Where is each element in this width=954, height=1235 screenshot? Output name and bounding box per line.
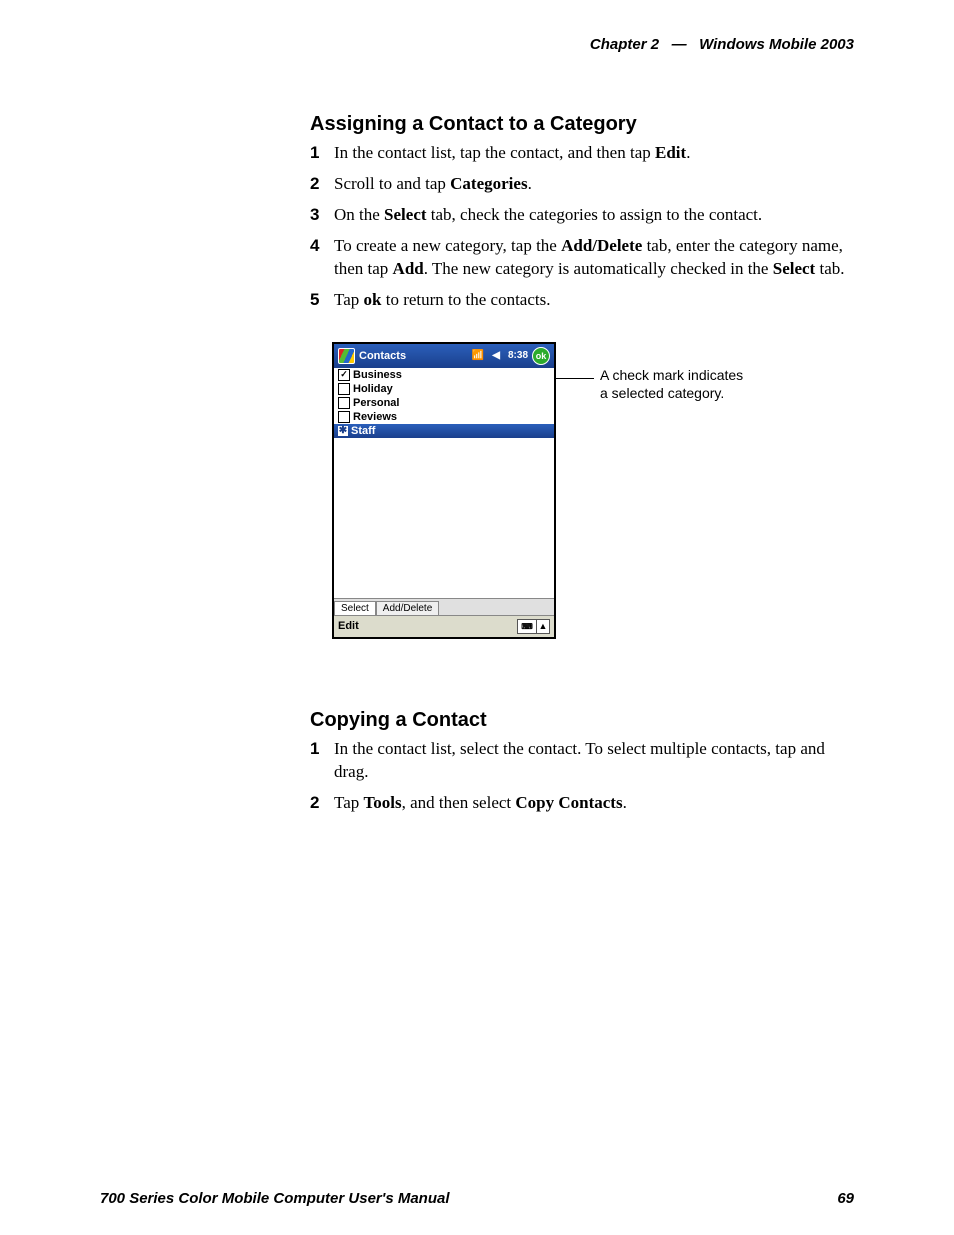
tab-add-delete[interactable]: Add/Delete	[376, 601, 439, 615]
device-titlebar[interactable]: Contacts 📶 ◀ 8:38 ok	[334, 344, 554, 368]
header-sep: —	[672, 36, 687, 53]
step-3: 3 On the Select tab, check the categorie…	[310, 204, 854, 227]
step-1: 1 In the contact list, tap the contact, …	[310, 142, 854, 165]
checkbox-icon[interactable]	[338, 397, 350, 409]
volume-icon: ◀	[492, 350, 500, 361]
windows-flag-icon[interactable]	[338, 348, 355, 364]
signal-icon: 📶	[472, 350, 484, 361]
device-tabs: Select Add/Delete	[334, 598, 554, 615]
device-screenshot: Contacts 📶 ◀ 8:38 ok ✓ Business Holiday	[332, 342, 556, 639]
step-5: 5 Tap ok to return to the contacts.	[310, 289, 854, 312]
edit-menu[interactable]: Edit	[338, 620, 359, 632]
chapter-title: Windows Mobile 2003	[699, 36, 854, 53]
category-item-staff[interactable]: ✱ Staff	[334, 424, 554, 438]
footer-page-number: 69	[837, 1190, 854, 1207]
ok-button[interactable]: ok	[532, 347, 550, 365]
page-header: Chapter 2 — Windows Mobile 2003	[100, 36, 854, 53]
copy-step-1: 1 In the contact list, select the contac…	[310, 738, 854, 784]
device-time: 8:38	[508, 350, 528, 361]
chevron-up-icon[interactable]: ▲	[537, 619, 550, 634]
step-4: 4 To create a new category, tap the Add/…	[310, 235, 854, 281]
device-bottombar: Edit ⌨ ▲	[334, 615, 554, 637]
steps-assign: 1 In the contact list, tap the contact, …	[310, 142, 854, 312]
category-item-reviews[interactable]: Reviews	[334, 410, 554, 424]
callout-text: A check mark indicates a selected catego…	[600, 366, 743, 402]
steps-copy: 1 In the contact list, select the contac…	[310, 738, 854, 815]
figure-row: Contacts 📶 ◀ 8:38 ok ✓ Business Holiday	[332, 342, 854, 639]
section-heading-assign: Assigning a Contact to a Category	[310, 113, 854, 136]
checkbox-icon[interactable]	[338, 411, 350, 423]
callout-line	[554, 378, 594, 379]
device-title: Contacts	[359, 350, 406, 362]
category-item-holiday[interactable]: Holiday	[334, 382, 554, 396]
footer-manual-title: 700 Series Color Mobile Computer User's …	[100, 1190, 450, 1207]
category-list: ✓ Business Holiday Personal Reviews	[334, 368, 554, 598]
category-item-personal[interactable]: Personal	[334, 396, 554, 410]
category-item-business[interactable]: ✓ Business	[334, 368, 554, 382]
step-2: 2 Scroll to and tap Categories.	[310, 173, 854, 196]
page-footer: 700 Series Color Mobile Computer User's …	[100, 1190, 854, 1207]
section-heading-copy: Copying a Contact	[310, 709, 854, 732]
checkbox-checked-icon[interactable]: ✓	[338, 369, 350, 381]
checkbox-icon[interactable]	[338, 383, 350, 395]
copy-step-2: 2 Tap Tools, and then select Copy Contac…	[310, 792, 854, 815]
chapter-label: Chapter 2	[590, 36, 659, 53]
tab-select[interactable]: Select	[334, 601, 376, 615]
selection-indicator-icon: ✱	[338, 426, 348, 436]
keyboard-icon[interactable]: ⌨	[517, 619, 537, 634]
